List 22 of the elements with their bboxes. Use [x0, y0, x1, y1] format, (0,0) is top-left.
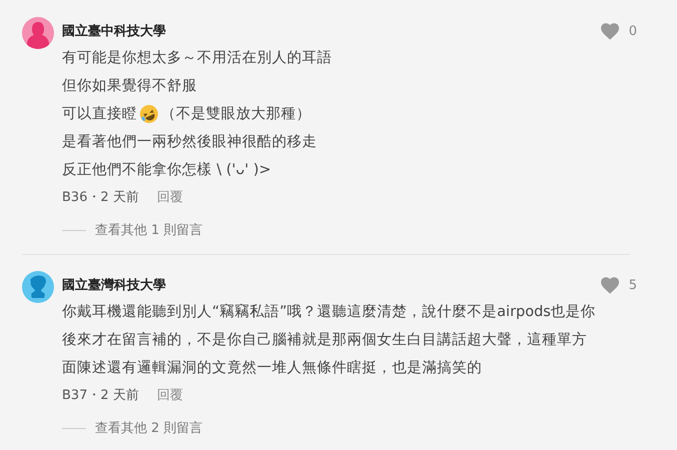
view-replies-link[interactable]: 查看其他 2 則留言 — [95, 419, 203, 437]
reply-link[interactable]: 回覆 — [156, 184, 183, 212]
view-replies-link[interactable]: 查看其他 1 則留言 — [95, 221, 203, 239]
comment-text: 但你如果覺得不舒服 — [62, 77, 198, 96]
comment-meta: B37・2 天前 — [62, 387, 139, 405]
comment-meta: B36・2 天前 — [62, 189, 139, 207]
comment-text: 是看著他們一兩秒然後眼神很酷的移走 — [62, 133, 318, 152]
comment-text: （不是雙眼放大那種） — [161, 105, 311, 124]
comment-text: 可以直接瞪 — [62, 105, 137, 124]
comment-text: 有可能是你想太多～不用活在別人的耳語 — [62, 49, 333, 68]
author-name[interactable]: 國立臺灣科技大學 — [62, 276, 166, 294]
comment-text: 後來才在留言補的，不是你自己腦補就是那兩個女生白目講話超大聲，這種單方 — [62, 330, 588, 350]
laughing-face-icon — [139, 104, 159, 124]
comment-text: 面陳述還有邏輯漏洞的文竟然一堆人無條件瞎挺，也是滿搞笑的 — [62, 358, 483, 378]
like-count: 5 — [628, 278, 637, 292]
like-count: 0 — [628, 24, 637, 38]
heart-icon[interactable] — [600, 276, 620, 294]
reply-link[interactable]: 回覆 — [156, 382, 183, 410]
heart-icon[interactable] — [600, 22, 620, 40]
comment-text: 你戴耳機還能聽到別人“竊竊私語”哦？還聽這麼清楚，說什麼不是airpods也是你 — [62, 302, 597, 322]
author-name[interactable]: 國立臺中科技大學 — [62, 22, 166, 40]
comment-text: 反正他們不能拿你怎樣 \ ('ᴗ' )> — [62, 160, 272, 180]
